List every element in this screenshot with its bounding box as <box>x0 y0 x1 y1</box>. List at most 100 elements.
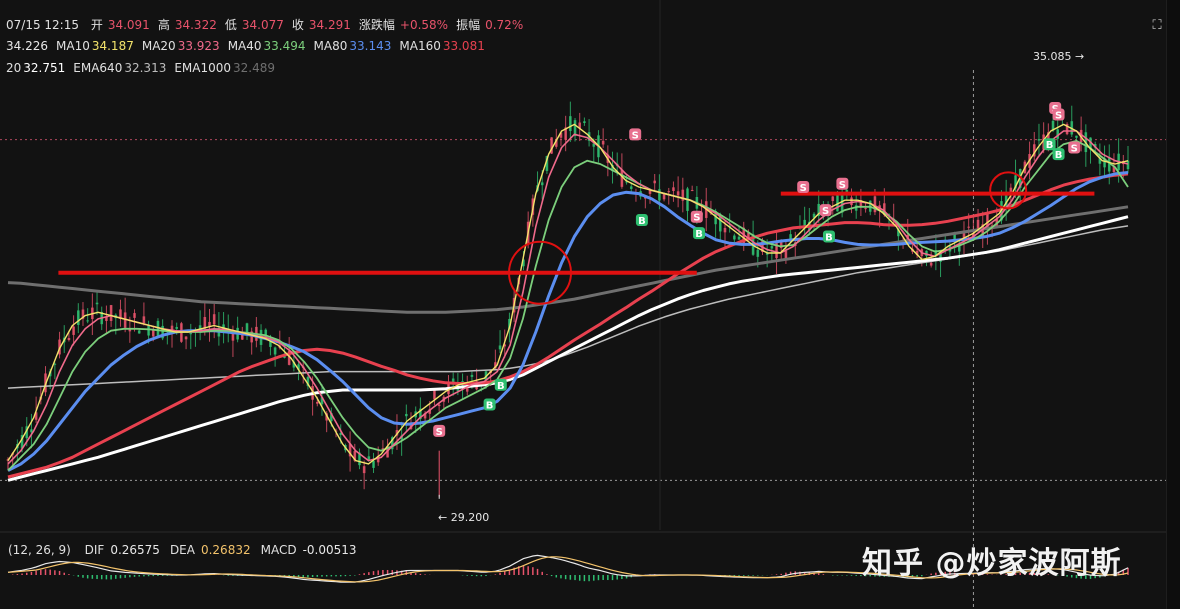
signal-letter: S <box>1071 144 1078 155</box>
candle-body <box>470 374 474 377</box>
candle-body <box>929 262 933 266</box>
candle-body <box>86 320 89 322</box>
signal-letter: B <box>1055 150 1063 161</box>
signal-letter: B <box>486 401 494 412</box>
macd-label: DEA <box>169 543 195 557</box>
candle-body <box>1075 135 1078 138</box>
candle-body <box>433 389 436 400</box>
ma-legend: 34.226 MA10 34.187 MA20 33.923 MA40 33.494 MA80… <box>6 39 493 53</box>
candle-body <box>133 313 136 318</box>
signal-letter: S <box>632 130 639 141</box>
candle-body <box>76 310 80 325</box>
ohlc-label: 开 <box>90 18 103 32</box>
ohlc-value: 34.322 <box>174 18 217 32</box>
ma_legend-label: MA40 <box>227 39 262 53</box>
ma_legend-label: MA20 <box>141 39 176 53</box>
ema_legend-label: EMA640 <box>73 61 123 75</box>
candle-body <box>756 249 760 257</box>
candle-body <box>1037 138 1041 141</box>
ohlc-legend: 07/15 12:15 开 34.091 高 34.322 低 34.077 收 34.291… <box>6 16 525 33</box>
candle-body <box>667 191 671 193</box>
candle-body <box>569 116 572 132</box>
ohlc-value: +0.58% <box>399 18 449 32</box>
candle-body <box>629 186 633 189</box>
candle-body <box>67 338 71 341</box>
signal-letter: S <box>693 213 700 224</box>
signal-letter: S <box>839 180 846 191</box>
candle-body <box>72 326 75 335</box>
signal-letter: B <box>638 216 646 227</box>
candle-body <box>864 208 867 210</box>
candle-body <box>498 345 502 350</box>
signal-letter: B <box>825 232 833 243</box>
ohlc-value: 0.72% <box>485 18 524 32</box>
ema_legend-label: EMA1000 <box>174 61 232 75</box>
candle-body <box>672 187 675 191</box>
candle-body <box>723 227 727 233</box>
ema_legend-value: 32.313 <box>124 61 167 75</box>
ma_legend-value: 33.494 <box>263 39 306 53</box>
candle-body <box>831 196 835 201</box>
candle-body <box>836 193 839 212</box>
price-scale-strip[interactable] <box>1166 0 1180 609</box>
signal-letter: B <box>1046 140 1054 151</box>
candle-body <box>142 316 146 324</box>
ma_legend-value: 33.143 <box>349 39 392 53</box>
low-price-label: ← 29.200 <box>438 511 490 524</box>
watermark: 知乎 @炒家波阿斯 <box>862 546 1122 581</box>
ma_legend-label: MA160 <box>399 39 441 53</box>
candle-body <box>737 236 741 240</box>
ema_legend-value: 32.751 <box>23 61 66 75</box>
macd-value: 0.26832 <box>200 543 251 557</box>
candle-body <box>583 121 586 124</box>
candle-body <box>147 325 150 336</box>
candle-body <box>189 332 193 335</box>
candle-body <box>690 190 694 192</box>
candle-body <box>662 193 666 200</box>
ohlc-value: 34.291 <box>308 18 351 32</box>
ohlc-label: 涨跌幅 <box>358 18 395 32</box>
macd-value: 0.26575 <box>110 543 160 557</box>
candle-body <box>212 314 216 325</box>
candle-body <box>850 197 853 206</box>
candle-body <box>372 460 375 468</box>
candle-body <box>540 182 544 186</box>
candle-body <box>676 191 680 196</box>
ohlc-value: 34.091 <box>107 18 150 32</box>
candle-body <box>733 235 736 240</box>
ohlc-label: 收 <box>291 18 304 32</box>
candle-body <box>175 327 179 329</box>
signal-letter: S <box>1055 111 1062 122</box>
candle-body <box>231 333 235 341</box>
candle-body <box>273 347 277 355</box>
ma_legend-value: 34.187 <box>91 39 134 53</box>
candle-body <box>109 305 113 321</box>
ohlc-label: 低 <box>224 18 237 32</box>
candle-body <box>315 401 319 404</box>
candle-body <box>658 189 661 201</box>
signal-letter: B <box>497 381 505 392</box>
ohlc-label: 振幅 <box>456 18 481 32</box>
macd-label: MACD <box>260 543 297 557</box>
ma_legend-value: 33.081 <box>442 39 485 53</box>
chart-background <box>0 0 1166 609</box>
signal-letter: B <box>695 229 703 240</box>
candle-body <box>137 330 141 334</box>
candle-body <box>601 140 605 145</box>
macd-value: -0.00513 <box>302 543 357 557</box>
ema-legend: 20 32.751 EMA640 32.313 EMA1000 32.489 <box>6 61 283 75</box>
signal-letter: S <box>822 206 829 217</box>
expand-icon[interactable]: ⛶ <box>1146 15 1168 37</box>
candle-body <box>967 226 970 228</box>
high-price-label: 35.085 → <box>1033 50 1085 63</box>
ma_legend-value: 34.226 <box>6 39 48 53</box>
candle-body <box>405 413 408 417</box>
macd-label: DIF <box>84 543 105 557</box>
ma_legend-label: MA10 <box>56 39 90 53</box>
legend-datetime: 07/15 12:15 <box>6 18 79 32</box>
price-chart[interactable]: SBBSBSBSSSBSSBBS <box>0 0 1180 609</box>
candle-body <box>784 250 788 259</box>
ma_legend-value: 33.923 <box>177 39 220 53</box>
candle-body <box>95 302 99 305</box>
candle-body <box>770 246 774 249</box>
